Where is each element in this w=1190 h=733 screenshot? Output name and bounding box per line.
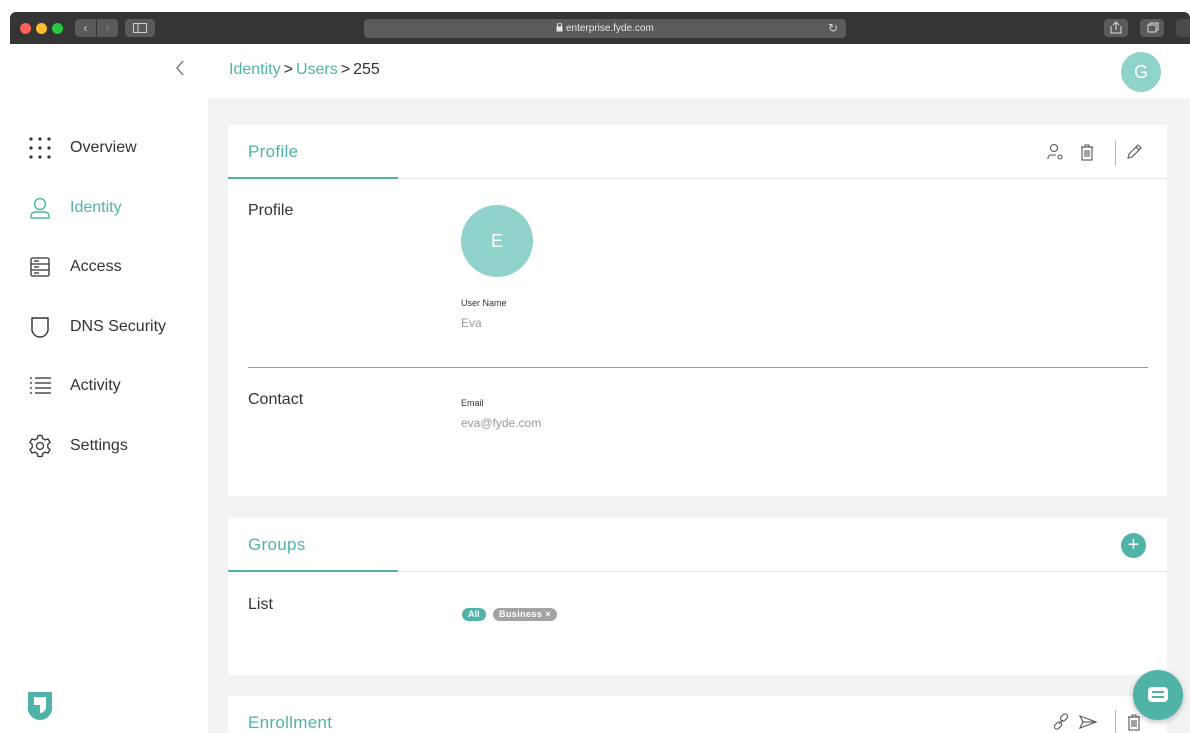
sidebar-item-activity[interactable]: Activity <box>10 366 208 406</box>
browser-forward-button[interactable]: › <box>97 19 118 37</box>
reload-icon[interactable]: ↻ <box>828 19 838 38</box>
sidebar-item-access[interactable]: Access <box>10 247 208 287</box>
chat-icon[interactable] <box>1133 670 1183 720</box>
tag-label: Business <box>499 609 543 619</box>
sidebar-item-label: Activity <box>70 377 121 394</box>
minimize-window-button[interactable] <box>36 23 47 34</box>
email-label: Email <box>461 398 484 408</box>
header-divider <box>1115 710 1116 733</box>
card-header: Groups + <box>228 518 1167 572</box>
address-url: enterprise.fyde.com <box>565 23 654 34</box>
send-icon[interactable] <box>1078 712 1098 732</box>
card-header: Profile <box>228 125 1167 179</box>
breadcrumb-identity[interactable]: Identity <box>229 61 281 78</box>
user-name-label: User Name <box>461 298 507 308</box>
address-bar[interactable]: enterprise.fyde.com ↻ <box>364 19 846 38</box>
breadcrumb-separator: > <box>340 61 351 78</box>
link-icon[interactable] <box>1051 712 1071 732</box>
email-value: eva@fyde.com <box>461 416 542 430</box>
tab-underline <box>228 177 398 179</box>
tag-label: All <box>468 609 480 619</box>
card-title: Enrollment <box>248 713 333 732</box>
list-icon <box>28 374 52 398</box>
gear-icon <box>28 434 52 458</box>
pencil-icon[interactable] <box>1124 142 1144 162</box>
breadcrumb: Identity > Users >255 <box>229 61 380 79</box>
chevron-left-icon[interactable] <box>170 58 190 82</box>
share-icon[interactable] <box>1104 19 1128 37</box>
sidebar-item-dns-security[interactable]: DNS Security <box>10 307 208 347</box>
tab-underline <box>228 570 398 572</box>
sidebar-item-overview[interactable]: Overview <box>10 128 208 168</box>
groups-card: Groups + List All Business × <box>228 518 1167 675</box>
group-tag-business[interactable]: Business × <box>493 608 557 621</box>
breadcrumb-separator: > <box>283 61 293 78</box>
sidebar-item-label: Identity <box>70 199 122 216</box>
new-tab-button[interactable] <box>1176 19 1190 37</box>
trash-icon[interactable] <box>1077 142 1097 162</box>
sidebar-item-label: Overview <box>70 139 137 156</box>
section-divider <box>248 367 1148 368</box>
sidebar-toggle-icon[interactable] <box>125 19 155 37</box>
user-settings-icon[interactable] <box>1046 142 1066 162</box>
breadcrumb-current: 255 <box>353 61 380 78</box>
sidebar-item-identity[interactable]: Identity <box>10 188 208 228</box>
section-label-profile: Profile <box>248 202 294 219</box>
close-window-button[interactable] <box>20 23 31 34</box>
card-title: Groups <box>248 535 306 554</box>
sidebar-item-settings[interactable]: Settings <box>10 426 208 466</box>
top-bar: Identity > Users >255 G <box>10 44 1190 98</box>
sidebar-item-label: DNS Security <box>70 318 167 335</box>
sidebar: Overview Identity Access DNS Security Ac… <box>10 98 208 733</box>
breadcrumb-users[interactable]: Users <box>296 61 338 78</box>
section-label-list: List <box>248 596 273 613</box>
user-icon <box>28 196 52 220</box>
profile-avatar: E <box>461 205 533 277</box>
server-icon <box>28 255 52 279</box>
brand-logo-icon <box>26 690 54 722</box>
sidebar-item-label: Settings <box>70 437 128 454</box>
browser-toolbar: ‹ › enterprise.fyde.com ↻ <box>10 12 1190 44</box>
user-name-value: Eva <box>461 316 482 330</box>
section-label-contact: Contact <box>248 391 304 408</box>
browser-back-button[interactable]: ‹ <box>75 19 96 37</box>
lock-icon <box>556 22 566 34</box>
app-window: Identity > Users >255 G Overview Identity <box>10 44 1190 733</box>
profile-card: Profile Profile E User Name Eva Contact … <box>228 125 1167 496</box>
remove-tag-icon[interactable]: × <box>545 609 551 619</box>
card-title: Profile <box>248 142 299 161</box>
header-divider <box>1115 140 1116 166</box>
enrollment-card: Enrollment <box>228 696 1167 733</box>
user-avatar[interactable]: G <box>1121 52 1161 92</box>
card-header: Enrollment <box>228 696 1167 733</box>
tabs-overview-icon[interactable] <box>1140 19 1164 37</box>
shield-icon <box>28 315 52 339</box>
group-tag-all[interactable]: All <box>462 608 486 621</box>
add-group-button[interactable]: + <box>1121 533 1146 558</box>
grid-dots-icon <box>28 136 52 160</box>
maximize-window-button[interactable] <box>52 23 63 34</box>
sidebar-item-label: Access <box>70 258 122 275</box>
